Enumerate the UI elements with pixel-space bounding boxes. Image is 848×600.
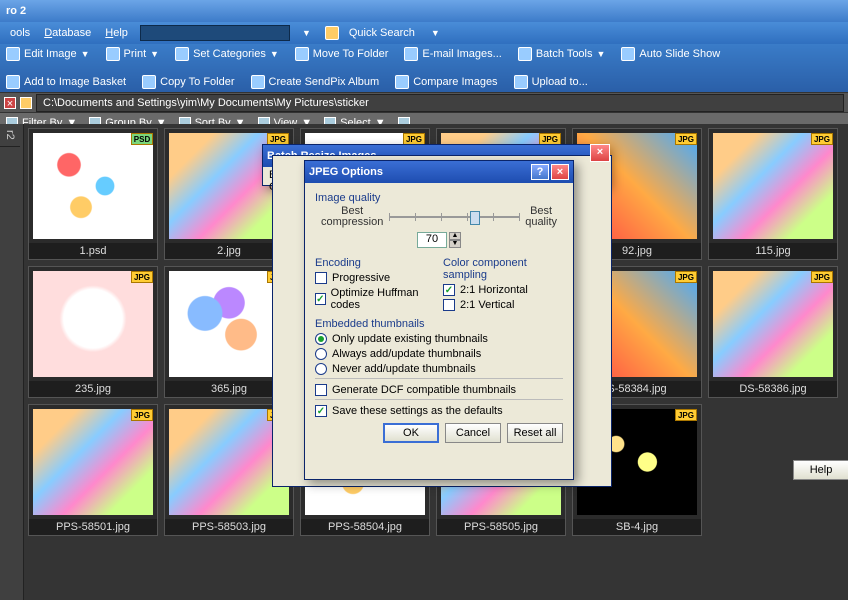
left-panel: r2 [0, 124, 24, 600]
thumbnail-caption: PPS-58503.jpg [165, 519, 293, 535]
search-dropdown-icon[interactable]: ▼ [296, 26, 317, 40]
search-input[interactable] [140, 25, 290, 41]
window-titlebar: ro 2 [0, 0, 848, 22]
jpeg-dialog-title: JPEG Options [309, 166, 383, 178]
reset-all-button[interactable]: Reset all [507, 423, 563, 443]
background-help-button[interactable]: Help [793, 460, 848, 480]
path-bar: × C:\Documents and Settings\yim\My Docum… [0, 92, 848, 112]
image-quality-label: Image quality [315, 192, 563, 204]
folder-icon [20, 97, 32, 109]
format-badge: JPG [675, 133, 697, 145]
menu-database[interactable]: DDatabaseatabase [38, 25, 97, 41]
thumbnail-item[interactable]: JPG 235.jpg [28, 266, 158, 398]
slideshow-icon [621, 47, 635, 61]
dialog-help-button[interactable]: ? [531, 164, 549, 180]
main-toolbar: Edit Image▼ Print▼ Set Categories▼ Move … [0, 44, 848, 92]
thumbnail-caption: 235.jpg [29, 381, 157, 397]
upload-to-button[interactable]: Upload to... [514, 75, 588, 89]
upload-icon [514, 75, 528, 89]
quality-spin-down[interactable]: ▼ [449, 240, 461, 248]
app-title: ro 2 [6, 5, 26, 17]
best-compression-label: Bestcompression [321, 206, 383, 228]
left-tab[interactable]: r2 [0, 124, 20, 147]
format-badge: JPG [811, 271, 833, 283]
cancel-button[interactable]: Cancel [445, 423, 501, 443]
jpeg-options-dialog: JPEG Options ? × Image quality Bestcompr… [304, 160, 574, 480]
thumbnail-caption: SB-4.jpg [573, 519, 701, 535]
background-close-button[interactable]: × [590, 144, 610, 162]
batch-icon [518, 47, 532, 61]
thumbnail-caption: 115.jpg [709, 243, 837, 259]
menu-bar: ools DDatabaseatabase Help ▼ Quick Searc… [0, 22, 848, 44]
search-icon [325, 26, 339, 40]
format-badge: JPG [811, 133, 833, 145]
menu-help[interactable]: Help [99, 25, 134, 41]
format-badge: JPG [131, 409, 153, 421]
embedded-thumbs-label: Embedded thumbnails [315, 318, 563, 330]
format-badge: PSD [131, 133, 153, 145]
thumbnail-caption: PPS-58501.jpg [29, 519, 157, 535]
format-badge: JPG [675, 271, 697, 283]
quality-spin-up[interactable]: ▲ [449, 232, 461, 240]
email-images-button[interactable]: E-mail Images... [404, 47, 501, 61]
move-icon [295, 47, 309, 61]
save-defaults-checkbox[interactable]: ✓Save these settings as the defaults [315, 405, 563, 417]
color-sampling-label: Color component sampling [443, 257, 563, 281]
basket-icon [6, 75, 20, 89]
thumbnail-caption: PPS-58504.jpg [301, 519, 429, 535]
print-button[interactable]: Print▼ [106, 47, 160, 61]
thumbnail-caption: DS-58386.jpg [709, 381, 837, 397]
close-panel-icon[interactable]: × [4, 97, 16, 109]
format-badge: JPG [675, 409, 697, 421]
thumbnail-item[interactable]: JPG DS-58386.jpg [708, 266, 838, 398]
ok-button[interactable]: OK [383, 423, 439, 443]
create-sendpix-button[interactable]: Create SendPix Album [251, 75, 380, 89]
dialog-close-button[interactable]: × [551, 164, 569, 180]
add-to-basket-button[interactable]: Add to Image Basket [6, 75, 126, 89]
thumbnail-caption: 1.psd [29, 243, 157, 259]
background-close: × [590, 144, 610, 162]
progressive-checkbox[interactable]: Progressive [315, 272, 435, 284]
sendpix-icon [251, 75, 265, 89]
copy-to-folder-button[interactable]: Copy To Folder [142, 75, 234, 89]
horizontal-21-checkbox[interactable]: ✓2:1 Horizontal [443, 284, 563, 296]
generate-dcf-checkbox[interactable]: Generate DCF compatible thumbnails [315, 384, 563, 396]
thumbnail-caption: PPS-58505.jpg [437, 519, 565, 535]
auto-slideshow-button[interactable]: Auto Slide Show [621, 47, 720, 61]
quality-value-input[interactable]: 70 [417, 232, 447, 248]
thumbnail-item[interactable]: PSD 1.psd [28, 128, 158, 260]
edit-icon [6, 47, 20, 61]
path-text[interactable]: C:\Documents and Settings\yim\My Documen… [36, 94, 844, 112]
encoding-label: Encoding [315, 257, 435, 269]
thumbnail-item[interactable]: JPG PPS-58501.jpg [28, 404, 158, 536]
compare-images-button[interactable]: Compare Images [395, 75, 497, 89]
set-categories-button[interactable]: Set Categories▼ [175, 47, 279, 61]
best-quality-label: Bestquality [525, 206, 557, 228]
move-to-folder-button[interactable]: Move To Folder [295, 47, 389, 61]
quality-slider[interactable] [389, 208, 519, 226]
print-icon [106, 47, 120, 61]
quick-search-dropdown-icon[interactable]: ▼ [425, 26, 446, 40]
always-add-radio[interactable]: Always add/update thumbnails [315, 348, 563, 360]
batch-tools-button[interactable]: Batch Tools▼ [518, 47, 606, 61]
categories-icon [175, 47, 189, 61]
compare-icon [395, 75, 409, 89]
thumbnail-item[interactable]: JPG 115.jpg [708, 128, 838, 260]
copy-icon [142, 75, 156, 89]
edit-image-button[interactable]: Edit Image▼ [6, 47, 90, 61]
vertical-21-checkbox[interactable]: 2:1 Vertical [443, 299, 563, 311]
only-update-radio[interactable]: Only update existing thumbnails [315, 333, 563, 345]
never-add-radio[interactable]: Never add/update thumbnails [315, 363, 563, 375]
menu-tools[interactable]: ools [4, 25, 36, 41]
format-badge: JPG [131, 271, 153, 283]
optimize-huffman-checkbox[interactable]: ✓Optimize Huffman codes [315, 287, 435, 311]
quick-search[interactable]: Quick Search [343, 25, 421, 41]
email-icon [404, 47, 418, 61]
